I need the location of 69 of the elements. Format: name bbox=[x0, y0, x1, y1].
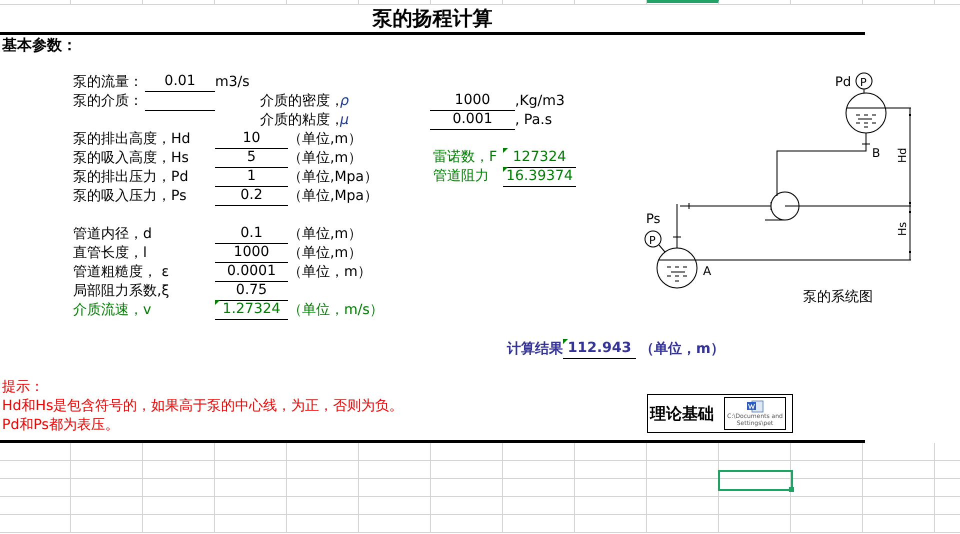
derived-label: 雷诺数，F bbox=[433, 148, 498, 167]
result-value: 112.943 bbox=[563, 339, 636, 359]
unit-label: ,Kg/m3 bbox=[515, 92, 565, 111]
value-cell[interactable]: 1000 bbox=[215, 243, 288, 263]
parameter-label: 泵的排出高度，Hd bbox=[73, 130, 192, 149]
parameter-label: 泵的流量： bbox=[73, 73, 144, 92]
unit-label: （单位,m） bbox=[288, 244, 362, 263]
symbol-label: μ bbox=[340, 111, 350, 130]
parameter-label: 泵的吸入高度，Hs bbox=[73, 149, 190, 168]
value-cell[interactable]: 1.27324 bbox=[215, 300, 288, 320]
pressure-label: Pd bbox=[835, 75, 852, 90]
sheet-title: 泵的扬程计算 bbox=[372, 9, 492, 28]
unit-label: , Pa.s bbox=[515, 111, 552, 130]
value-cell[interactable]: 0.75 bbox=[215, 281, 288, 301]
unit-label: （单位，m） bbox=[288, 263, 372, 282]
parameter-label: 泵的介质： bbox=[73, 92, 144, 111]
unit-label: （单位，m/s） bbox=[288, 301, 384, 320]
comment-marker bbox=[563, 339, 568, 344]
comment-marker bbox=[215, 300, 220, 305]
gauge-label: P bbox=[649, 234, 656, 247]
value-cell[interactable]: 1000 bbox=[430, 91, 515, 111]
value-cell[interactable]: 0.2 bbox=[215, 186, 288, 206]
hint-text: Hd和Hs是包含符号的，如果高于泵的中心线，为正，否则为负。 bbox=[2, 397, 404, 416]
result-label: 计算结果 bbox=[507, 340, 563, 359]
section-heading: 基本参数： bbox=[2, 36, 77, 54]
parameter-label: 直管长度，l bbox=[73, 244, 148, 263]
parameter-label: 介质流速，v bbox=[73, 301, 152, 320]
unit-label: m3/s bbox=[215, 73, 250, 92]
comment-marker bbox=[503, 167, 508, 172]
value-cell[interactable]: 0.1 bbox=[215, 224, 288, 244]
document-icon bbox=[746, 400, 764, 413]
unit-label: （单位,Mpa） bbox=[288, 168, 378, 187]
pressure-label: Ps bbox=[646, 212, 660, 227]
value-cell[interactable]: 0.0001 bbox=[215, 262, 288, 282]
value-cell[interactable]: 0.01 bbox=[145, 72, 215, 92]
unit-label: （单位,Mpa） bbox=[288, 187, 378, 206]
value-cell[interactable]: 1 bbox=[215, 167, 288, 187]
height-label: Hs bbox=[896, 222, 909, 236]
parameter-label: 管道内径，d bbox=[73, 225, 153, 244]
unit-label: （单位,m） bbox=[288, 130, 362, 149]
value-cell[interactable]: 127324 bbox=[503, 148, 576, 168]
unit-label: （单位,m） bbox=[288, 149, 362, 168]
parameter-label: 介质的密度， bbox=[260, 92, 340, 111]
tank-label: B bbox=[872, 146, 880, 160]
diagram-caption: 泵的系统图 bbox=[803, 289, 873, 305]
value-cell[interactable]: 16.39374 bbox=[503, 167, 576, 187]
selected-cell[interactable] bbox=[718, 470, 793, 491]
symbol-label: ρ bbox=[340, 92, 350, 111]
parameter-label: 管道粗糙度， ε bbox=[73, 263, 170, 282]
parameter-label: 泵的排出压力，Pd bbox=[73, 168, 190, 187]
theory-label: 理论基础 bbox=[650, 404, 714, 423]
gauge-icon bbox=[856, 72, 872, 90]
parameter-label: 局部阻力系数,ξ bbox=[73, 282, 170, 301]
gauge-icon bbox=[644, 230, 662, 248]
hint-title: 提示： bbox=[2, 378, 44, 397]
height-label: Hd bbox=[896, 148, 909, 163]
value-cell[interactable]: 5 bbox=[215, 148, 288, 168]
comment-marker bbox=[503, 148, 508, 153]
unit-label: （单位，m） bbox=[639, 340, 725, 359]
gauge-label: P bbox=[860, 76, 867, 89]
hint-text: Pd和Ps都为表压。 bbox=[2, 416, 119, 435]
parameter-label: 泵的吸入压力，Ps bbox=[73, 187, 188, 206]
value-cell[interactable]: 10 bbox=[215, 129, 288, 149]
unit-label: （单位,m） bbox=[288, 225, 362, 244]
parameter-label: 介质的粘度， bbox=[260, 111, 340, 130]
derived-label: 管道阻力 bbox=[433, 167, 490, 186]
value-cell[interactable]: 0.001 bbox=[430, 110, 515, 130]
tank-label: A bbox=[703, 264, 712, 278]
fill-handle[interactable] bbox=[789, 487, 794, 492]
